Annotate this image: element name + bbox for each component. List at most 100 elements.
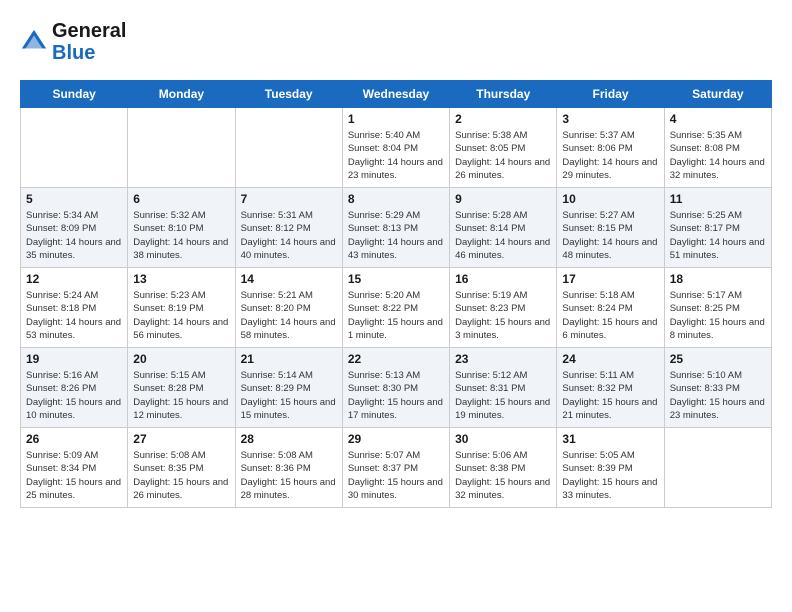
- calendar-cell: 5 Sunrise: 5:34 AMSunset: 8:09 PMDaylight…: [21, 188, 128, 268]
- day-info: Sunrise: 5:31 AMSunset: 8:12 PMDaylight:…: [241, 209, 337, 262]
- calendar-cell: 3 Sunrise: 5:37 AMSunset: 8:06 PMDaylight…: [557, 108, 664, 188]
- day-number: 21: [241, 352, 337, 366]
- day-info: Sunrise: 5:13 AMSunset: 8:30 PMDaylight:…: [348, 369, 444, 422]
- calendar-week-row: 26Sunrise: 5:09 AMSunset: 8:34 PMDayligh…: [21, 428, 772, 508]
- day-number: 31: [562, 432, 658, 446]
- day-info: Sunrise: 5:40 AMSunset: 8:04 PMDaylight:…: [348, 129, 444, 182]
- weekday-header: Monday: [128, 81, 235, 108]
- calendar-cell: 16 Sunrise: 5:19 AMSunset: 8:23 PMDayligh…: [450, 268, 557, 348]
- weekday-header: Wednesday: [342, 81, 449, 108]
- calendar-cell: 20 Sunrise: 5:15 AMSunset: 8:28 PMDayligh…: [128, 348, 235, 428]
- calendar-cell: 23 Sunrise: 5:12 AMSunset: 8:31 PMDayligh…: [450, 348, 557, 428]
- day-number: 19: [26, 352, 122, 366]
- day-number: 4: [670, 112, 766, 126]
- day-info: Sunrise: 5:19 AMSunset: 8:23 PMDaylight:…: [455, 289, 551, 342]
- day-number: 8: [348, 192, 444, 206]
- day-info: Sunrise: 5:05 AMSunset: 8:39 PMDaylight:…: [562, 449, 658, 502]
- day-info: Sunrise: 5:17 AMSunset: 8:25 PMDaylight:…: [670, 289, 766, 342]
- calendar-cell: 30 Sunrise: 5:06 AMSunset: 8:38 PMDayligh…: [450, 428, 557, 508]
- day-info: Sunrise: 5:08 AMSunset: 8:36 PMDaylight:…: [241, 449, 337, 502]
- page-header: General Blue: [20, 20, 772, 64]
- calendar-cell: [21, 108, 128, 188]
- calendar-cell: 31 Sunrise: 5:05 AMSunset: 8:39 PMDayligh…: [557, 428, 664, 508]
- day-info: Sunrise: 5:27 AMSunset: 8:15 PMDaylight:…: [562, 209, 658, 262]
- calendar-week-row: 1 Sunrise: 5:40 AMSunset: 8:04 PMDaylight…: [21, 108, 772, 188]
- day-number: 11: [670, 192, 766, 206]
- day-number: 13: [133, 272, 229, 286]
- day-number: 28: [241, 432, 337, 446]
- calendar-cell: 7 Sunrise: 5:31 AMSunset: 8:12 PMDaylight…: [235, 188, 342, 268]
- weekday-header: Saturday: [664, 81, 771, 108]
- calendar-cell: 28 Sunrise: 5:08 AMSunset: 8:36 PMDayligh…: [235, 428, 342, 508]
- calendar-cell: 18 Sunrise: 5:17 AMSunset: 8:25 PMDayligh…: [664, 268, 771, 348]
- calendar-cell: 17 Sunrise: 5:18 AMSunset: 8:24 PMDayligh…: [557, 268, 664, 348]
- day-number: 6: [133, 192, 229, 206]
- calendar-cell: 2Sunrise: 5:38 AMSunset: 8:05 PMDaylight…: [450, 108, 557, 188]
- day-number: 16: [455, 272, 551, 286]
- calendar-table: SundayMondayTuesdayWednesdayThursdayFrid…: [20, 80, 772, 508]
- calendar-week-row: 19Sunrise: 5:16 AMSunset: 8:26 PMDayligh…: [21, 348, 772, 428]
- calendar-cell: [128, 108, 235, 188]
- calendar-cell: 21 Sunrise: 5:14 AMSunset: 8:29 PMDayligh…: [235, 348, 342, 428]
- calendar-cell: 29 Sunrise: 5:07 AMSunset: 8:37 PMDayligh…: [342, 428, 449, 508]
- day-info: Sunrise: 5:24 AMSunset: 8:18 PMDaylight:…: [26, 289, 122, 342]
- calendar-cell: 1 Sunrise: 5:40 AMSunset: 8:04 PMDaylight…: [342, 108, 449, 188]
- logo-icon: [20, 28, 48, 56]
- day-info: Sunrise: 5:08 AMSunset: 8:35 PMDaylight:…: [133, 449, 229, 502]
- calendar-cell: 12 Sunrise: 5:24 AMSunset: 8:18 PMDayligh…: [21, 268, 128, 348]
- day-number: 9: [455, 192, 551, 206]
- day-info: Sunrise: 5:15 AMSunset: 8:28 PMDaylight:…: [133, 369, 229, 422]
- calendar-cell: 26Sunrise: 5:09 AMSunset: 8:34 PMDayligh…: [21, 428, 128, 508]
- day-info: Sunrise: 5:10 AMSunset: 8:33 PMDaylight:…: [670, 369, 766, 422]
- day-number: 7: [241, 192, 337, 206]
- calendar-cell: 27 Sunrise: 5:08 AMSunset: 8:35 PMDayligh…: [128, 428, 235, 508]
- day-number: 5: [26, 192, 122, 206]
- calendar-cell: 8 Sunrise: 5:29 AMSunset: 8:13 PMDaylight…: [342, 188, 449, 268]
- weekday-header: Thursday: [450, 81, 557, 108]
- day-number: 29: [348, 432, 444, 446]
- day-info: Sunrise: 5:14 AMSunset: 8:29 PMDaylight:…: [241, 369, 337, 422]
- day-number: 15: [348, 272, 444, 286]
- calendar-cell: 25 Sunrise: 5:10 AMSunset: 8:33 PMDayligh…: [664, 348, 771, 428]
- day-number: 27: [133, 432, 229, 446]
- day-number: 18: [670, 272, 766, 286]
- day-info: Sunrise: 5:29 AMSunset: 8:13 PMDaylight:…: [348, 209, 444, 262]
- calendar-cell: 6 Sunrise: 5:32 AMSunset: 8:10 PMDaylight…: [128, 188, 235, 268]
- weekday-header: Sunday: [21, 81, 128, 108]
- day-number: 23: [455, 352, 551, 366]
- day-number: 14: [241, 272, 337, 286]
- day-info: Sunrise: 5:12 AMSunset: 8:31 PMDaylight:…: [455, 369, 551, 422]
- day-info: Sunrise: 5:07 AMSunset: 8:37 PMDaylight:…: [348, 449, 444, 502]
- day-info: Sunrise: 5:18 AMSunset: 8:24 PMDaylight:…: [562, 289, 658, 342]
- day-info: Sunrise: 5:09 AMSunset: 8:34 PMDaylight:…: [26, 449, 122, 502]
- day-info: Sunrise: 5:32 AMSunset: 8:10 PMDaylight:…: [133, 209, 229, 262]
- day-info: Sunrise: 5:11 AMSunset: 8:32 PMDaylight:…: [562, 369, 658, 422]
- day-info: Sunrise: 5:28 AMSunset: 8:14 PMDaylight:…: [455, 209, 551, 262]
- calendar-cell: [235, 108, 342, 188]
- calendar-header-row: SundayMondayTuesdayWednesdayThursdayFrid…: [21, 81, 772, 108]
- calendar-cell: 15 Sunrise: 5:20 AMSunset: 8:22 PMDayligh…: [342, 268, 449, 348]
- day-number: 10: [562, 192, 658, 206]
- day-info: Sunrise: 5:06 AMSunset: 8:38 PMDaylight:…: [455, 449, 551, 502]
- weekday-header: Tuesday: [235, 81, 342, 108]
- calendar-week-row: 5 Sunrise: 5:34 AMSunset: 8:09 PMDaylight…: [21, 188, 772, 268]
- day-number: 30: [455, 432, 551, 446]
- day-number: 25: [670, 352, 766, 366]
- day-info: Sunrise: 5:34 AMSunset: 8:09 PMDaylight:…: [26, 209, 122, 262]
- day-info: Sunrise: 5:37 AMSunset: 8:06 PMDaylight:…: [562, 129, 658, 182]
- day-info: Sunrise: 5:21 AMSunset: 8:20 PMDaylight:…: [241, 289, 337, 342]
- calendar-cell: 13Sunrise: 5:23 AMSunset: 8:19 PMDayligh…: [128, 268, 235, 348]
- calendar-cell: 24Sunrise: 5:11 AMSunset: 8:32 PMDayligh…: [557, 348, 664, 428]
- day-number: 1: [348, 112, 444, 126]
- weekday-header: Friday: [557, 81, 664, 108]
- day-info: Sunrise: 5:20 AMSunset: 8:22 PMDaylight:…: [348, 289, 444, 342]
- calendar-cell: [664, 428, 771, 508]
- day-number: 17: [562, 272, 658, 286]
- logo-text: General Blue: [52, 20, 126, 64]
- day-number: 20: [133, 352, 229, 366]
- day-info: Sunrise: 5:38 AMSunset: 8:05 PMDaylight:…: [455, 129, 551, 182]
- day-number: 12: [26, 272, 122, 286]
- calendar-cell: 10 Sunrise: 5:27 AMSunset: 8:15 PMDayligh…: [557, 188, 664, 268]
- calendar-cell: 22Sunrise: 5:13 AMSunset: 8:30 PMDayligh…: [342, 348, 449, 428]
- day-number: 3: [562, 112, 658, 126]
